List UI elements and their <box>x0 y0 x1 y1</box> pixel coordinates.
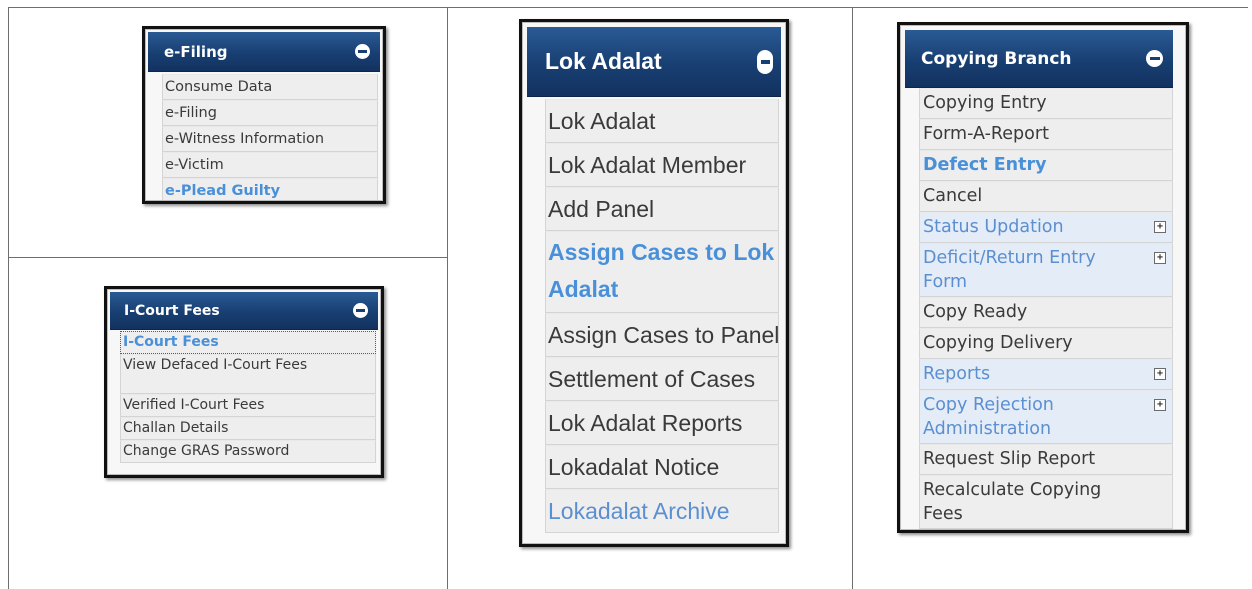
icourt-fees-menu-list: I-Court Fees View Defaced I-Court Fees V… <box>120 331 376 463</box>
collapse-minus-icon[interactable] <box>353 303 368 318</box>
lok-adalat-menu-panel: Lok Adalat Lok Adalat Lok Adalat Member … <box>519 19 789 547</box>
efiling-item-e-plead-guilty[interactable]: e-Plead Guilty <box>162 178 378 200</box>
copy-item-copy-rejection-administration[interactable]: Copy Rejection Administration + <box>919 390 1173 444</box>
copy-item-reports[interactable]: Reports + <box>919 359 1173 390</box>
copy-item-copy-ready[interactable]: Copy Ready <box>919 297 1173 328</box>
efiling-menu-body: e-Filing Consume Data e-Filing e-Witness… <box>145 29 383 201</box>
efiling-item-e-filing[interactable]: e-Filing <box>162 100 378 126</box>
efiling-item-consume-data[interactable]: Consume Data <box>162 74 378 100</box>
icourt-fees-menu-panel: I-Court Fees I-Court Fees View Defaced I… <box>104 286 384 478</box>
copy-item-copying-entry[interactable]: Copying Entry <box>919 88 1173 119</box>
copying-branch-menu-body: Copying Branch Copying Entry Form-A-Repo… <box>900 25 1186 530</box>
copying-branch-menu-list: Copying Entry Form-A-Report Defect Entry… <box>919 88 1173 529</box>
copy-item-reports-label: Reports <box>923 364 991 384</box>
expand-plus-icon[interactable]: + <box>1154 368 1166 380</box>
copy-item-recalculate-copying-fees[interactable]: Recalculate Copying Fees <box>919 475 1173 529</box>
table-border-top <box>8 7 1248 8</box>
icourt-fees-menu-title: I-Court Fees <box>124 302 220 319</box>
table-row-divider <box>8 257 448 258</box>
copying-branch-menu-panel: Copying Branch Copying Entry Form-A-Repo… <box>897 22 1189 533</box>
icourt-fees-menu-body: I-Court Fees I-Court Fees View Defaced I… <box>107 289 381 475</box>
collapse-minus-icon[interactable] <box>1146 50 1163 67</box>
efiling-menu-header[interactable]: e-Filing <box>148 32 380 72</box>
table-divider-1 <box>447 7 448 589</box>
copy-item-deficit-return-label: Deficit/Return Entry Form <box>923 248 1096 292</box>
lok-adalat-menu-header[interactable]: Lok Adalat <box>527 27 781 97</box>
icourt-item-change-gras-password[interactable]: Change GRAS Password <box>120 440 376 463</box>
table-divider-2 <box>852 7 853 589</box>
copying-branch-menu-title: Copying Branch <box>921 48 1072 69</box>
copy-item-form-a-report[interactable]: Form-A-Report <box>919 119 1173 150</box>
expand-plus-icon[interactable]: + <box>1154 252 1166 264</box>
lok-item-add-panel[interactable]: Add Panel <box>545 187 779 231</box>
copy-item-status-updation[interactable]: Status Updation + <box>919 212 1173 243</box>
efiling-menu-panel: e-Filing Consume Data e-Filing e-Witness… <box>142 26 386 204</box>
copy-item-copying-delivery[interactable]: Copying Delivery <box>919 328 1173 359</box>
lok-adalat-menu-body: Lok Adalat Lok Adalat Lok Adalat Member … <box>522 22 786 544</box>
icourt-item-view-defaced-fees[interactable]: View Defaced I-Court Fees <box>120 354 376 394</box>
efiling-item-e-witness-information[interactable]: e-Witness Information <box>162 126 378 152</box>
lok-item-settlement-of-cases[interactable]: Settlement of Cases <box>545 357 779 401</box>
efiling-menu-title: e-Filing <box>164 42 228 61</box>
lok-item-lok-adalat-reports[interactable]: Lok Adalat Reports <box>545 401 779 445</box>
lok-item-lokadalat-notice[interactable]: Lokadalat Notice <box>545 445 779 489</box>
copy-item-defect-entry[interactable]: Defect Entry <box>919 150 1173 181</box>
copy-item-status-updation-label: Status Updation <box>923 217 1064 237</box>
lok-item-assign-cases-to-panel[interactable]: Assign Cases to Panel <box>545 313 779 357</box>
lok-adalat-menu-list: Lok Adalat Lok Adalat Member Add Panel A… <box>545 99 779 533</box>
copying-branch-menu-header[interactable]: Copying Branch <box>905 30 1173 88</box>
lok-item-lokadalat-archive[interactable]: Lokadalat Archive <box>545 489 779 533</box>
efiling-menu-list: Consume Data e-Filing e-Witness Informat… <box>162 74 378 200</box>
collapse-minus-icon[interactable] <box>757 49 773 74</box>
lok-item-assign-cases-to-lok-adalat[interactable]: Assign Cases to Lok Adalat <box>545 231 779 313</box>
copy-item-copy-rejection-label: Copy Rejection Administration <box>923 395 1054 439</box>
copy-item-request-slip-report[interactable]: Request Slip Report <box>919 444 1173 475</box>
expand-plus-icon[interactable]: + <box>1154 221 1166 233</box>
lok-item-lok-adalat-member[interactable]: Lok Adalat Member <box>545 143 779 187</box>
expand-plus-icon[interactable]: + <box>1154 399 1166 411</box>
icourt-item-i-court-fees[interactable]: I-Court Fees <box>120 331 376 354</box>
efiling-item-e-victim[interactable]: e-Victim <box>162 152 378 178</box>
icourt-item-verified-fees[interactable]: Verified I-Court Fees <box>120 394 376 417</box>
collapse-minus-icon[interactable] <box>355 44 370 59</box>
table-border-left <box>8 7 9 589</box>
copy-item-cancel[interactable]: Cancel <box>919 181 1173 212</box>
copy-item-deficit-return-entry-form[interactable]: Deficit/Return Entry Form + <box>919 243 1173 297</box>
icourt-item-challan-details[interactable]: Challan Details <box>120 417 376 440</box>
lok-adalat-menu-title: Lok Adalat <box>545 48 662 74</box>
lok-item-lok-adalat[interactable]: Lok Adalat <box>545 99 779 143</box>
icourt-fees-menu-header[interactable]: I-Court Fees <box>110 292 378 330</box>
